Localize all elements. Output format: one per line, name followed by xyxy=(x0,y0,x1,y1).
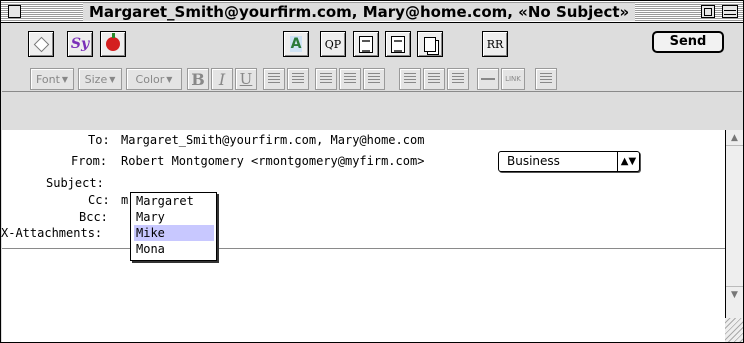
grow-box-icon[interactable] xyxy=(725,318,743,342)
chevron-updown-icon: ▲▼ xyxy=(617,152,639,171)
spell-check-icon: A xyxy=(289,36,303,52)
title-bar[interactable]: Margaret_Smith@yourfirm.com, Mary@home.c… xyxy=(1,1,743,23)
signature-button[interactable]: Sy xyxy=(67,31,93,57)
status-strip xyxy=(2,318,725,342)
margin-right-button[interactable] xyxy=(423,68,445,90)
list-button[interactable] xyxy=(447,68,469,90)
from-field[interactable]: Robert Montgomery <rmontgomery@myfirm.co… xyxy=(121,154,424,168)
zoom-box-icon[interactable] xyxy=(701,5,715,18)
cc-label: Cc: xyxy=(88,193,110,207)
scroll-up-icon[interactable]: ▲ xyxy=(726,130,743,146)
apple-icon xyxy=(106,33,120,51)
document-button[interactable] xyxy=(353,31,379,57)
clear-formatting-icon xyxy=(540,73,552,85)
compose-window: Margaret_Smith@yourfirm.com, Mary@home.c… xyxy=(0,0,744,343)
window-title: Margaret_Smith@yourfirm.com, Mary@home.c… xyxy=(83,3,636,21)
attachments-label: X-Attachments: xyxy=(1,226,103,240)
send-button[interactable]: Send xyxy=(652,31,724,53)
outdent-button[interactable] xyxy=(263,68,285,90)
clear-formatting-button[interactable] xyxy=(535,68,557,90)
align-left-icon xyxy=(320,73,332,85)
to-field[interactable]: Margaret_Smith@yourfirm.com, Mary@home.c… xyxy=(121,133,424,147)
spell-check-button[interactable]: A xyxy=(283,31,309,57)
rr-label: RR xyxy=(486,37,504,51)
align-right-button[interactable] xyxy=(363,68,385,90)
priority-button[interactable] xyxy=(28,31,54,57)
align-center-icon xyxy=(344,73,356,85)
copy-icon xyxy=(424,36,436,52)
qp-button[interactable]: QP xyxy=(320,31,346,57)
horizontal-rule-icon xyxy=(481,78,495,80)
margin-right-icon xyxy=(428,73,440,85)
list-icon xyxy=(452,73,464,85)
autocomplete-item[interactable]: Mona xyxy=(134,241,214,257)
margin-left-icon xyxy=(404,73,416,85)
chevron-down-icon: ▼ xyxy=(61,74,69,84)
underline-button[interactable]: U xyxy=(235,68,257,90)
document-icon xyxy=(359,35,373,53)
horizontal-rule-button[interactable] xyxy=(477,68,499,90)
cc-field[interactable]: m xyxy=(121,193,128,207)
indent-button[interactable] xyxy=(287,68,309,90)
indent-icon xyxy=(292,73,304,85)
align-center-button[interactable] xyxy=(339,68,361,90)
signature-icon: Sy xyxy=(70,36,90,52)
size-label: Size xyxy=(84,72,108,86)
font-label: Font xyxy=(35,72,60,86)
attach-icon xyxy=(391,35,405,53)
align-right-icon xyxy=(368,73,380,85)
personality-value: Business xyxy=(507,154,560,168)
personality-select[interactable]: Business ▲▼ xyxy=(498,151,640,172)
toolbar: Sy A QP RR Font ▼ Size ▼ Color ▼ B I U L… xyxy=(2,24,742,92)
copy-button[interactable] xyxy=(417,31,443,57)
bcc-label: Bcc: xyxy=(79,210,108,224)
chevron-down-icon: ▼ xyxy=(166,74,173,84)
qp-label: QP xyxy=(324,37,342,51)
align-left-button[interactable] xyxy=(315,68,337,90)
priority-icon xyxy=(33,36,49,52)
scroll-down-icon[interactable]: ▼ xyxy=(726,286,743,302)
font-menu[interactable]: Font ▼ xyxy=(30,68,74,90)
margin-left-button[interactable] xyxy=(399,68,421,90)
from-label: From: xyxy=(71,154,108,168)
size-menu[interactable]: Size ▼ xyxy=(78,68,122,90)
autocomplete-popup[interactable]: Margaret Mary Mike Mona xyxy=(130,192,217,261)
outdent-icon xyxy=(268,73,280,85)
return-receipt-button[interactable]: RR xyxy=(482,31,508,57)
link-button[interactable]: LINK xyxy=(501,68,525,90)
close-box-icon[interactable] xyxy=(8,5,21,18)
chevron-down-icon: ▼ xyxy=(109,74,116,84)
vertical-scrollbar[interactable]: ▲ ▼ xyxy=(725,130,743,318)
header-divider xyxy=(2,248,725,249)
attach-button[interactable] xyxy=(385,31,411,57)
to-label: To: xyxy=(88,133,110,147)
color-label: Color xyxy=(135,72,165,86)
autocomplete-item[interactable]: Mary xyxy=(134,209,214,225)
apple-menu-button[interactable] xyxy=(100,31,126,57)
windowshade-icon[interactable] xyxy=(722,5,738,18)
autocomplete-item-selected[interactable]: Mike xyxy=(134,225,214,241)
message-area[interactable]: To: Margaret_Smith@yourfirm.com, Mary@ho… xyxy=(1,130,725,318)
color-menu[interactable]: Color ▼ xyxy=(126,68,182,90)
autocomplete-item[interactable]: Margaret xyxy=(134,193,214,209)
bold-button[interactable]: B xyxy=(187,68,209,90)
italic-button[interactable]: I xyxy=(211,68,233,90)
subject-label: Subject: xyxy=(46,176,104,190)
